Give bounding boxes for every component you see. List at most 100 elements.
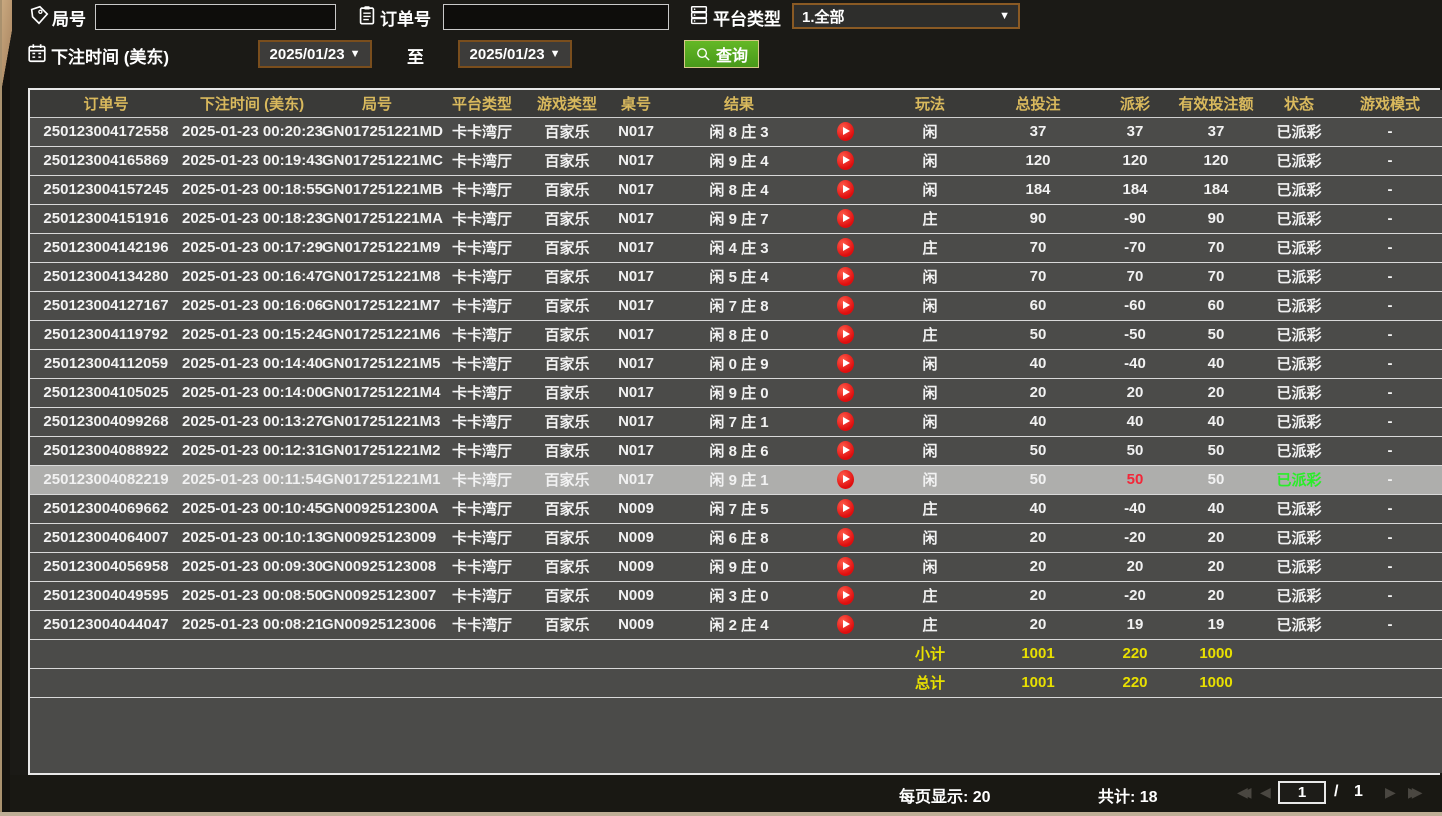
cell-payout: -20 <box>1098 581 1172 610</box>
table-row[interactable]: 250123004142196 2025-01-23 00:17:29 GN01… <box>30 233 1442 262</box>
cell-round-no: GN017251221M5 <box>322 349 432 378</box>
cell-status: 已派彩 <box>1260 175 1338 204</box>
cell-payout: 37 <box>1098 117 1172 146</box>
cell-bet-time: 2025-01-23 00:20:23 <box>182 117 322 146</box>
cell-platform-type: 卡卡湾厅 <box>432 291 532 320</box>
cell-table-no: N017 <box>602 262 670 291</box>
play-icon[interactable] <box>837 441 854 460</box>
play-icon[interactable] <box>837 412 854 431</box>
cell-play-type: 庄 <box>882 233 978 262</box>
table-row[interactable]: 250123004069662 2025-01-23 00:10:45 GN00… <box>30 494 1442 523</box>
cell-table-no: N017 <box>602 117 670 146</box>
last-page-icon[interactable]: ▶▶ <box>1408 784 1423 801</box>
play-icon[interactable] <box>837 557 854 576</box>
play-icon[interactable] <box>837 267 854 286</box>
table-row[interactable]: 250123004044047 2025-01-23 00:08:21 GN00… <box>30 610 1442 639</box>
cell-game-mode: - <box>1338 494 1442 523</box>
table-row[interactable]: 250123004127167 2025-01-23 00:16:06 GN01… <box>30 291 1442 320</box>
page-number-input[interactable] <box>1278 781 1326 804</box>
table-row[interactable]: 250123004088922 2025-01-23 00:12:31 GN01… <box>30 436 1442 465</box>
play-icon[interactable] <box>837 499 854 518</box>
cell-game-mode: - <box>1338 291 1442 320</box>
play-icon[interactable] <box>837 122 854 141</box>
search-icon <box>695 46 712 63</box>
cell-payout: 50 <box>1098 465 1172 494</box>
cell-order-no: 250123004119792 <box>30 320 182 349</box>
cell-payout: -20 <box>1098 523 1172 552</box>
play-icon[interactable] <box>837 470 854 489</box>
cell-platform-type: 卡卡湾厅 <box>432 378 532 407</box>
cell-valid-bet: 19 <box>1172 610 1260 639</box>
cell-play-type: 庄 <box>882 610 978 639</box>
date-to-select[interactable]: 2025/01/23 ▼ <box>458 40 572 68</box>
table-row[interactable]: 250123004165869 2025-01-23 00:19:43 GN01… <box>30 146 1442 175</box>
play-icon[interactable] <box>837 354 854 373</box>
next-page-icon[interactable]: ▶ <box>1385 784 1396 801</box>
cell-valid-bet: 20 <box>1172 523 1260 552</box>
cell-status: 已派彩 <box>1260 291 1338 320</box>
play-icon[interactable] <box>837 151 854 170</box>
cell-play-type: 闲 <box>882 378 978 407</box>
table-row[interactable]: 250123004112059 2025-01-23 00:14:40 GN01… <box>30 349 1442 378</box>
table-row[interactable]: 250123004099268 2025-01-23 00:13:27 GN01… <box>30 407 1442 436</box>
cell-order-no: 250123004165869 <box>30 146 182 175</box>
cell-bet-time: 2025-01-23 00:15:24 <box>182 320 322 349</box>
prev-page-icon[interactable]: ◀ <box>1260 784 1271 801</box>
page-separator: / <box>1334 783 1338 801</box>
empty-filler-row <box>30 697 1442 773</box>
cell-total-bet: 20 <box>978 552 1098 581</box>
order-no-input[interactable] <box>443 4 669 30</box>
header-result: 结果 <box>670 90 808 117</box>
platform-type-icon <box>688 4 710 26</box>
platform-type-select[interactable]: 1.全部 ▼ <box>792 3 1020 29</box>
table-row[interactable]: 250123004056958 2025-01-23 00:09:30 GN00… <box>30 552 1442 581</box>
cell-game-mode: - <box>1338 262 1442 291</box>
cell-status: 已派彩 <box>1260 233 1338 262</box>
cell-total-bet: 90 <box>978 204 1098 233</box>
play-icon[interactable] <box>837 180 854 199</box>
cell-result: 闲 4 庄 3 <box>670 233 808 262</box>
play-icon[interactable] <box>837 615 854 634</box>
cell-round-no: GN00925123008 <box>322 552 432 581</box>
table-row[interactable]: 250123004172558 2025-01-23 00:20:23 GN01… <box>30 117 1442 146</box>
cell-bet-time: 2025-01-23 00:10:13 <box>182 523 322 552</box>
play-icon[interactable] <box>837 586 854 605</box>
table-row[interactable]: 250123004082219 2025-01-23 00:11:54 GN01… <box>30 465 1442 494</box>
cell-play-type: 闲 <box>882 523 978 552</box>
table-row[interactable]: 250123004049595 2025-01-23 00:08:50 GN00… <box>30 581 1442 610</box>
cell-table-no: N017 <box>602 349 670 378</box>
table-row[interactable]: 250123004157245 2025-01-23 00:18:55 GN01… <box>30 175 1442 204</box>
play-icon[interactable] <box>837 528 854 547</box>
table-row[interactable]: 250123004105025 2025-01-23 00:14:00 GN01… <box>30 378 1442 407</box>
cell-round-no: GN00925123006 <box>322 610 432 639</box>
background-wedge <box>2 0 12 100</box>
cell-result: 闲 9 庄 0 <box>670 378 808 407</box>
platform-type-value: 1.全部 <box>802 6 845 27</box>
play-icon[interactable] <box>837 296 854 315</box>
cell-table-no: N009 <box>602 552 670 581</box>
play-icon[interactable] <box>837 383 854 402</box>
cell-status: 已派彩 <box>1260 523 1338 552</box>
cell-bet-time: 2025-01-23 00:16:06 <box>182 291 322 320</box>
cell-replay <box>808 320 882 349</box>
cell-result: 闲 7 庄 1 <box>670 407 808 436</box>
play-icon[interactable] <box>837 238 854 257</box>
cell-payout: -50 <box>1098 320 1172 349</box>
play-icon[interactable] <box>837 209 854 228</box>
table-row[interactable]: 250123004064007 2025-01-23 00:10:13 GN00… <box>30 523 1442 552</box>
round-no-input[interactable] <box>95 4 336 30</box>
cell-bet-time: 2025-01-23 00:19:43 <box>182 146 322 175</box>
cell-total-bet: 50 <box>978 465 1098 494</box>
table-row[interactable]: 250123004119792 2025-01-23 00:15:24 GN01… <box>30 320 1442 349</box>
search-button[interactable]: 查询 <box>684 40 759 68</box>
cell-table-no: N017 <box>602 465 670 494</box>
cell-payout: 20 <box>1098 552 1172 581</box>
table-row[interactable]: 250123004134280 2025-01-23 00:16:47 GN01… <box>30 262 1442 291</box>
cell-table-no: N017 <box>602 175 670 204</box>
play-icon[interactable] <box>837 325 854 344</box>
cell-round-no: GN017251221MB <box>322 175 432 204</box>
table-row[interactable]: 250123004151916 2025-01-23 00:18:23 GN01… <box>30 204 1442 233</box>
cell-payout: 120 <box>1098 146 1172 175</box>
date-from-select[interactable]: 2025/01/23 ▼ <box>258 40 372 68</box>
first-page-icon[interactable]: ◀◀ <box>1237 784 1252 801</box>
